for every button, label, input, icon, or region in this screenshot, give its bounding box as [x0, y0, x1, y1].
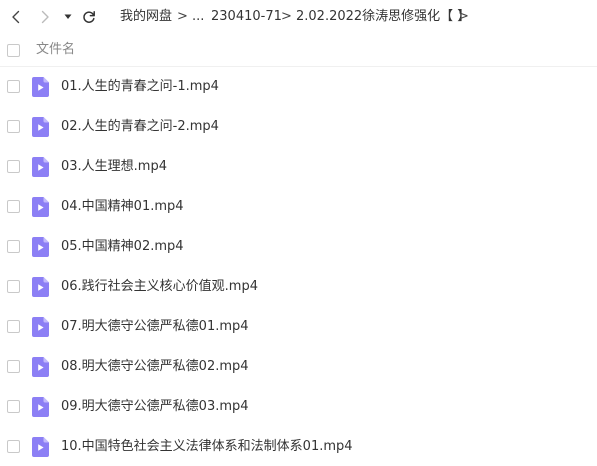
file-row[interactable]: 09.明大德守公德严私德03.mp4	[0, 386, 597, 426]
video-file-icon	[32, 77, 49, 97]
breadcrumb-more-chevron[interactable]: >	[458, 8, 469, 26]
file-row[interactable]: 06.践行社会主义核心价值观.mp4	[0, 266, 597, 306]
video-file-icon	[32, 237, 49, 257]
video-file-icon	[32, 437, 49, 457]
breadcrumb-separator: >	[177, 9, 188, 24]
file-name[interactable]: 06.践行社会主义核心价值观.mp4	[61, 278, 258, 295]
file-name[interactable]: 10.中国特色社会主义法律体系和法制体系01.mp4	[61, 438, 353, 455]
chevron-left-icon	[11, 10, 21, 24]
file-list-header: 文件名	[0, 34, 597, 67]
file-name[interactable]: 02.人生的青春之问-2.mp4	[61, 118, 219, 135]
file-name[interactable]: 09.明大德守公德严私德03.mp4	[61, 398, 249, 415]
row-checkbox[interactable]	[7, 400, 20, 413]
select-all-checkbox[interactable]	[7, 44, 20, 57]
file-row[interactable]: 10.中国特色社会主义法律体系和法制体系01.mp4	[0, 426, 597, 466]
caret-down-icon	[64, 14, 72, 20]
file-row[interactable]: 01.人生的青春之问-1.mp4	[0, 66, 597, 106]
row-checkbox[interactable]	[7, 360, 20, 373]
history-dropdown-button[interactable]	[58, 7, 78, 27]
file-row[interactable]: 04.中国精神01.mp4	[0, 186, 597, 226]
video-file-icon	[32, 317, 49, 337]
refresh-icon	[82, 10, 96, 24]
breadcrumb-current-folder: 2.02.2022徐涛思修强化【 】	[296, 9, 471, 24]
video-file-icon	[32, 357, 49, 377]
file-row[interactable]: 07.明大德守公德严私德01.mp4	[0, 306, 597, 346]
refresh-button[interactable]	[79, 7, 99, 27]
video-file-icon	[32, 197, 49, 217]
file-row[interactable]: 03.人生理想.mp4	[0, 146, 597, 186]
row-checkbox[interactable]	[7, 440, 20, 453]
file-name[interactable]: 05.中国精神02.mp4	[61, 238, 184, 255]
row-checkbox[interactable]	[7, 320, 20, 333]
toolbar: 我的网盘 > ... 230410-71 > 2.02.2022徐涛思修强化【 …	[0, 0, 597, 34]
file-name[interactable]: 07.明大德守公德严私德01.mp4	[61, 318, 249, 335]
breadcrumb-ellipsis[interactable]: ...	[192, 8, 204, 26]
row-checkbox[interactable]	[7, 240, 20, 253]
row-checkbox[interactable]	[7, 280, 20, 293]
breadcrumb-separator: >	[281, 9, 292, 24]
breadcrumb-root[interactable]: 我的网盘	[120, 8, 172, 26]
file-name[interactable]: 01.人生的青春之问-1.mp4	[61, 78, 219, 95]
video-file-icon	[32, 277, 49, 297]
file-row[interactable]: 02.人生的青春之问-2.mp4	[0, 106, 597, 146]
column-header-filename[interactable]: 文件名	[36, 42, 75, 58]
chevron-right-icon	[40, 10, 50, 24]
file-name[interactable]: 03.人生理想.mp4	[61, 158, 167, 175]
video-file-icon	[32, 397, 49, 417]
row-checkbox[interactable]	[7, 160, 20, 173]
row-checkbox[interactable]	[7, 200, 20, 213]
file-row[interactable]: 08.明大德守公德严私德02.mp4	[0, 346, 597, 386]
video-file-icon	[32, 117, 49, 137]
file-name[interactable]: 04.中国精神01.mp4	[61, 198, 184, 215]
back-button[interactable]	[6, 7, 26, 27]
file-row[interactable]: 05.中国精神02.mp4	[0, 226, 597, 266]
breadcrumb-folder-230410[interactable]: 230410-71	[211, 8, 282, 26]
row-checkbox[interactable]	[7, 120, 20, 133]
file-name[interactable]: 08.明大德守公德严私德02.mp4	[61, 358, 249, 375]
forward-button[interactable]	[35, 7, 55, 27]
row-checkbox[interactable]	[7, 80, 20, 93]
video-file-icon	[32, 157, 49, 177]
